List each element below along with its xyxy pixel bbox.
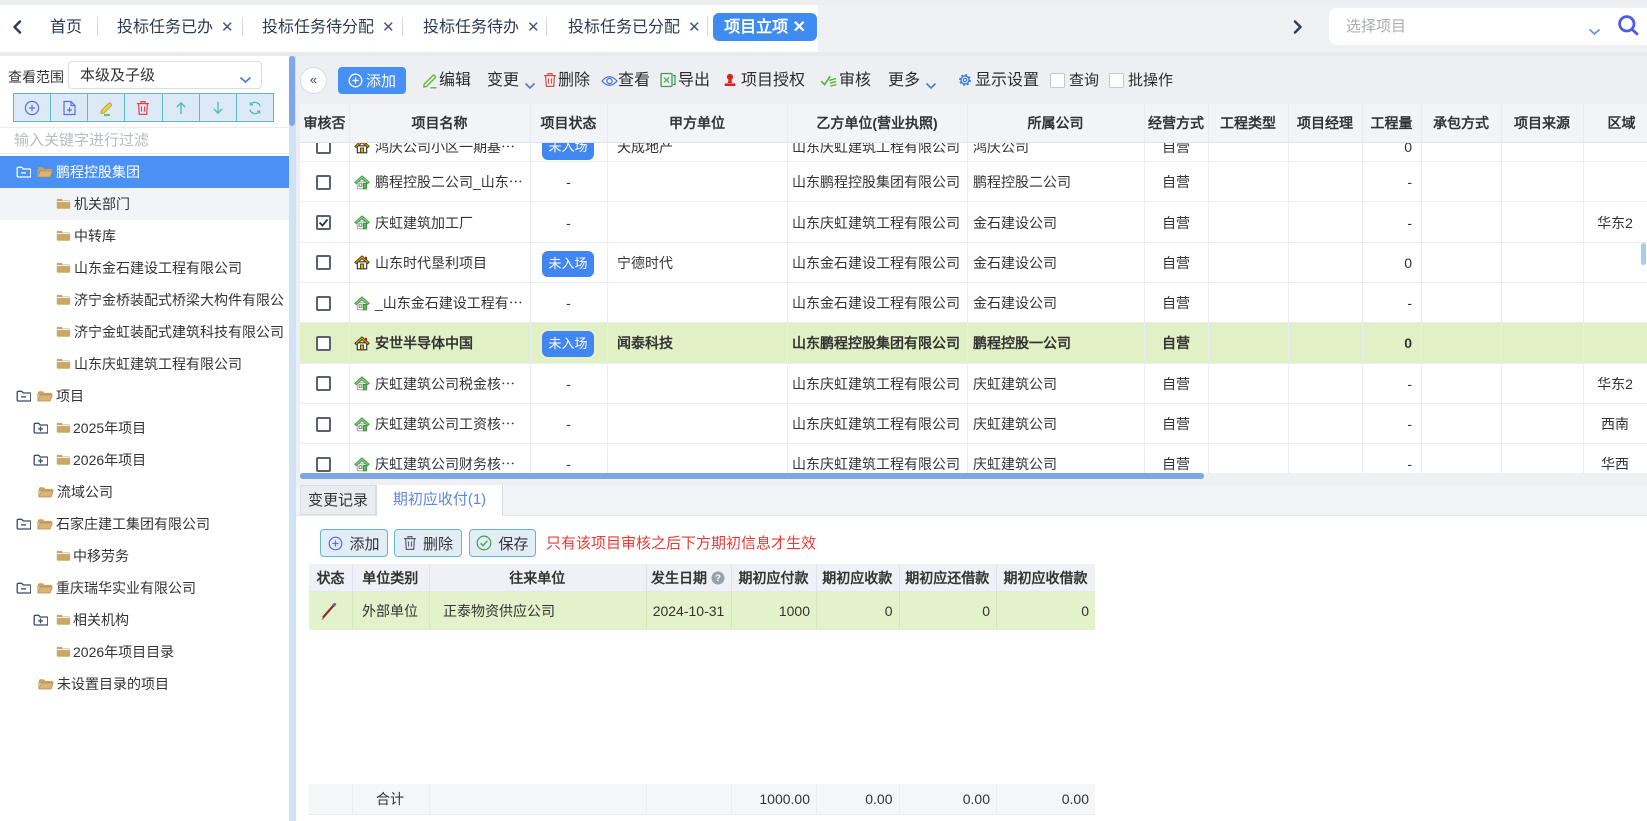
svg-text:?: ?: [715, 573, 721, 584]
